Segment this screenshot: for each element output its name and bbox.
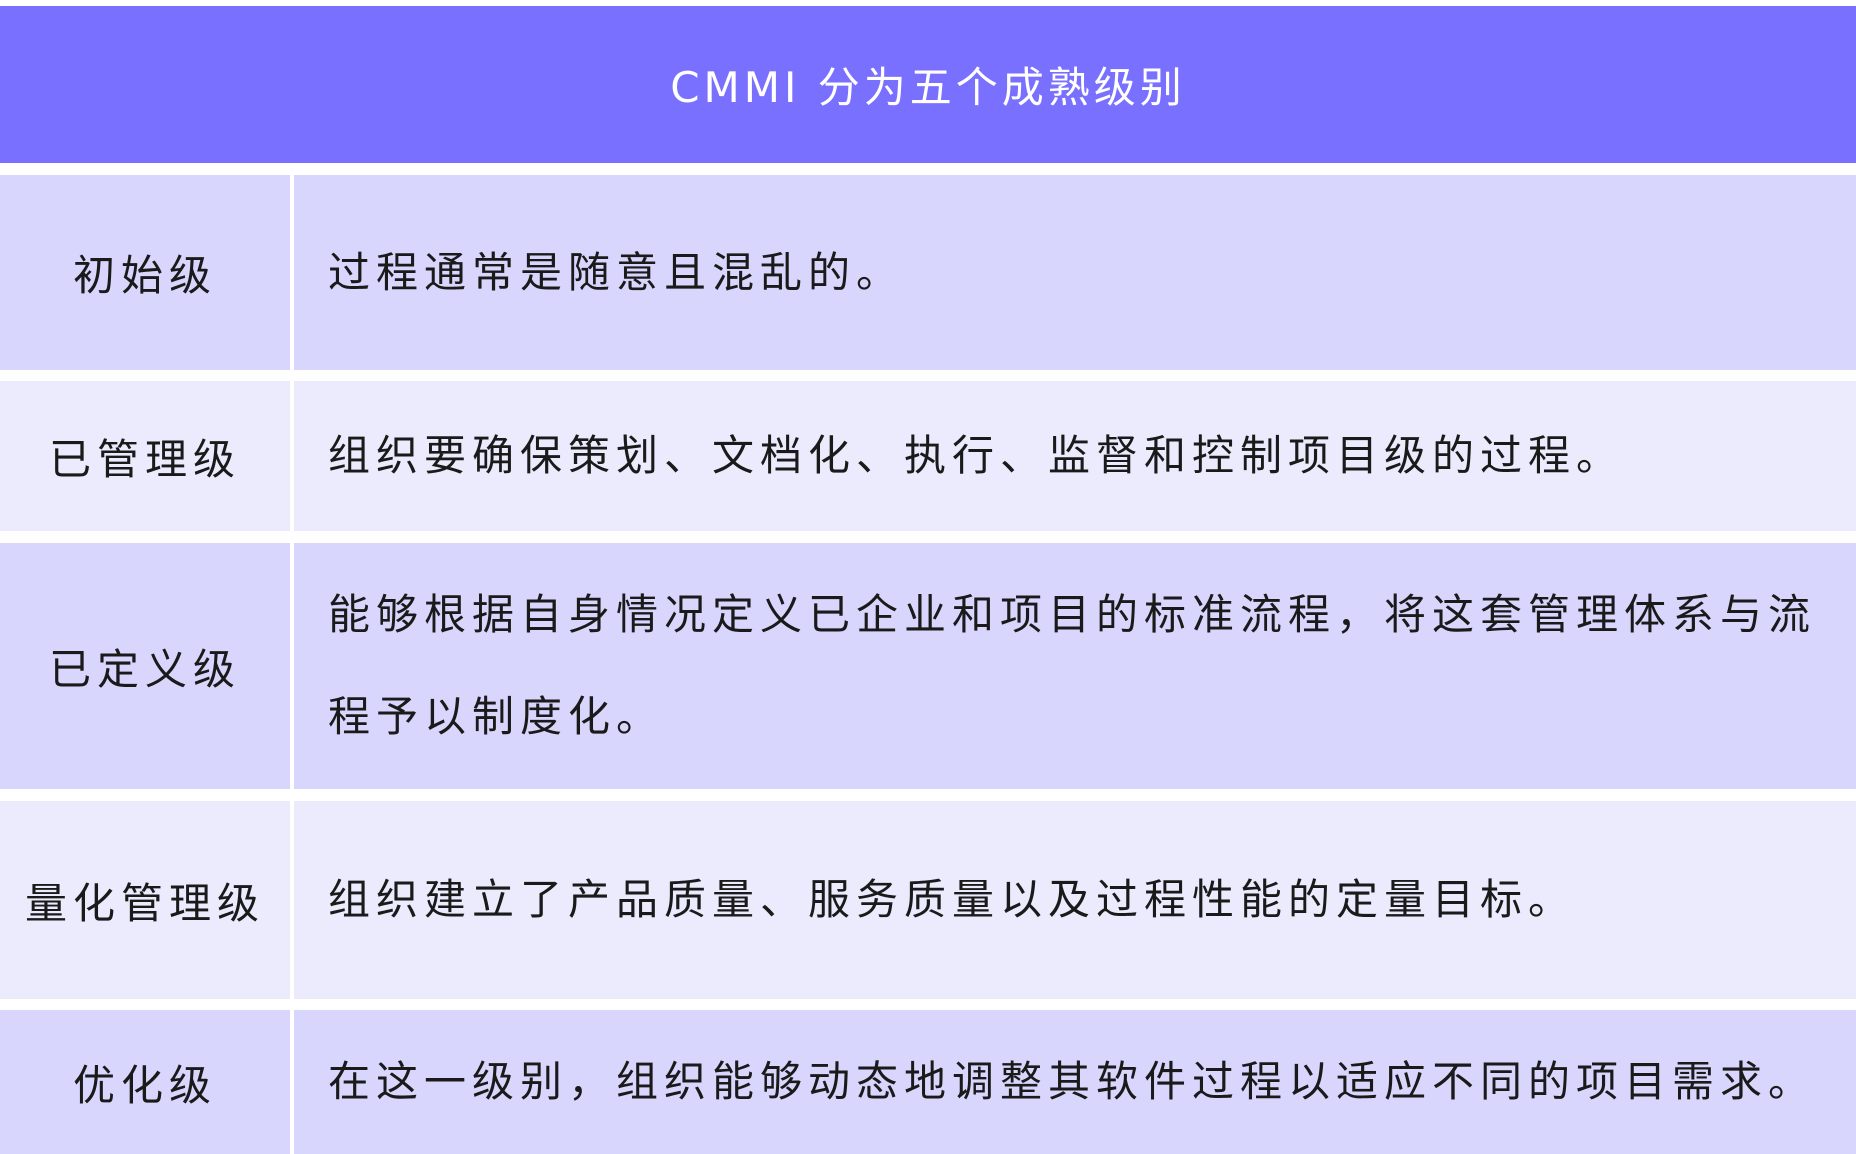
level-description: 在这一级别，组织能够动态地调整其软件过程以适应不同的项目需求。: [328, 1057, 1817, 1106]
table-row: 已管理级 组织要确保策划、文档化、执行、监督和控制项目级的过程。: [0, 381, 1856, 531]
level-description: 能够根据自身情况定义已企业和项目的标准流程，将这套管理体系与流程予以制度化。: [328, 590, 1817, 741]
level-name: 量化管理级: [24, 878, 265, 928]
level-name: 优化级: [72, 1060, 217, 1110]
level-name: 初始级: [72, 251, 217, 300]
level-description: 组织建立了产品质量、服务质量以及过程性能的定量目标。: [328, 875, 1577, 924]
table-row: 优化级 在这一级别，组织能够动态地调整其软件过程以适应不同的项目需求。: [0, 1010, 1856, 1154]
table-title: CMMI 分为五个成熟级别: [0, 6, 1856, 163]
table-row: 量化管理级 组织建立了产品质量、服务质量以及过程性能的定量目标。: [0, 801, 1856, 999]
table-row: 已定义级 能够根据自身情况定义已企业和项目的标准流程，将这套管理体系与流程予以制…: [0, 543, 1856, 789]
level-name: 已定义级: [48, 644, 241, 694]
level-description: 组织要确保策划、文档化、执行、监督和控制项目级的过程。: [328, 431, 1625, 480]
level-name: 已管理级: [48, 434, 241, 484]
table-row: 初始级 过程通常是随意且混乱的。: [0, 175, 1856, 370]
level-description: 过程通常是随意且混乱的。: [328, 247, 905, 297]
